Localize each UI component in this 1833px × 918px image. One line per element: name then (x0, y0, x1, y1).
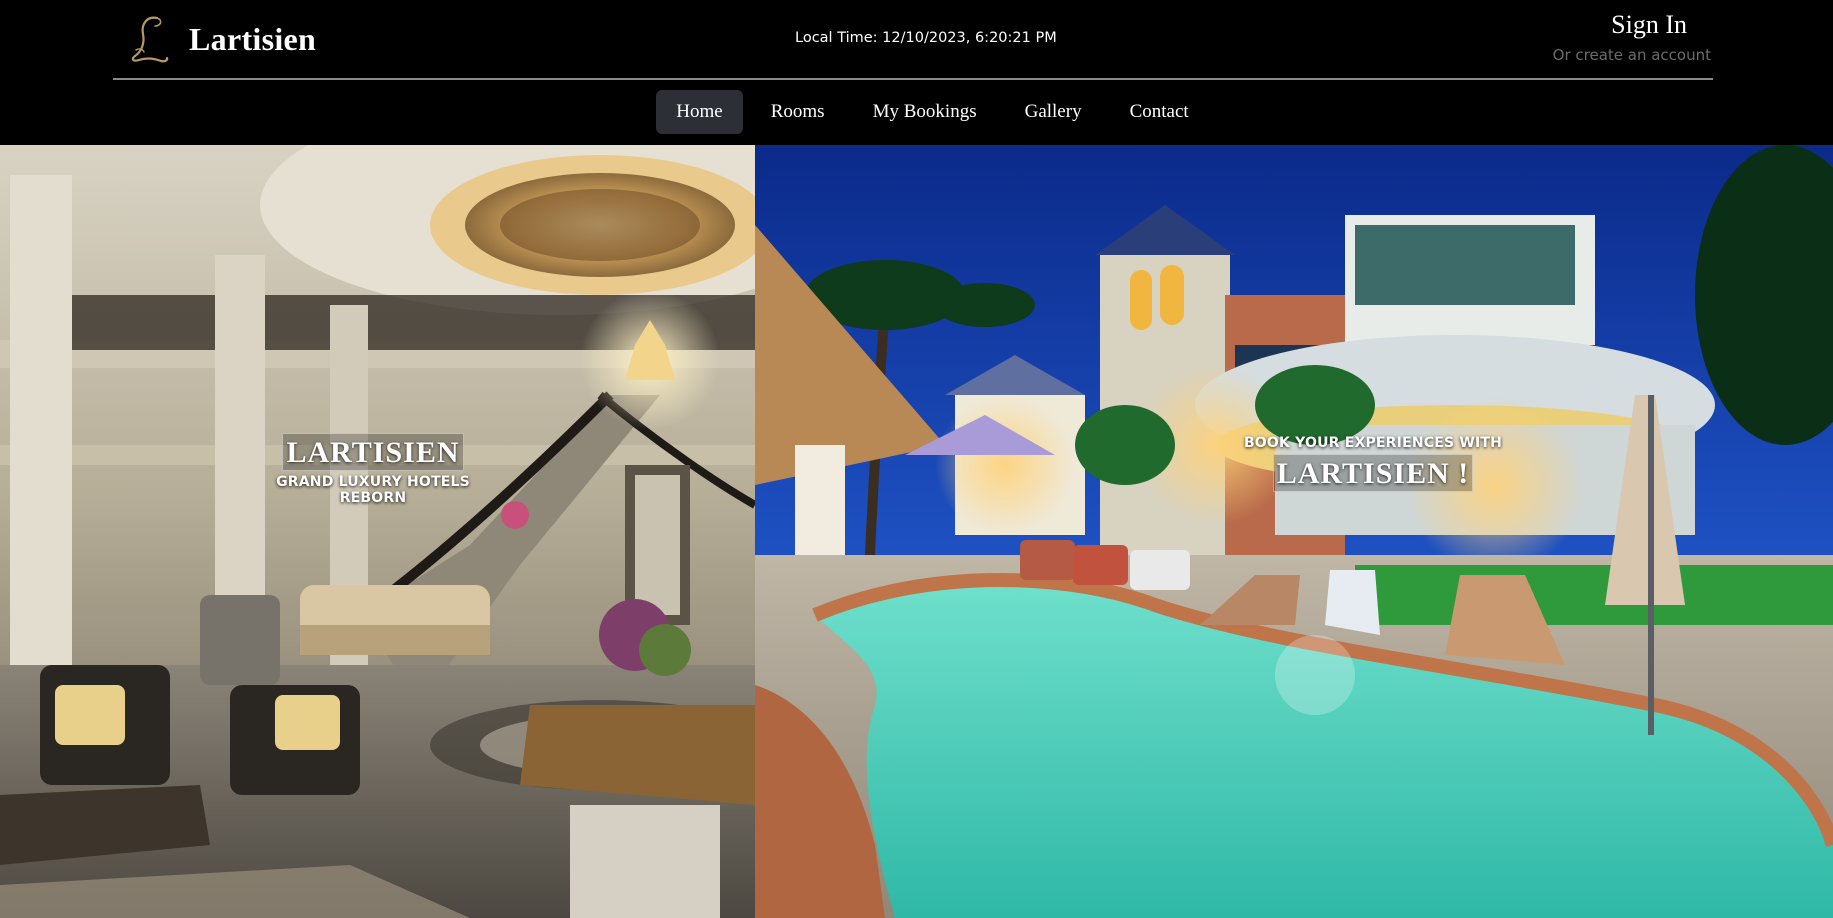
header-divider (113, 78, 1713, 80)
hero-right-title: LARTISIEN ! (1272, 454, 1474, 492)
hero-panel-right: BOOK YOUR EXPERIENCES WITH LARTISIEN ! (755, 145, 1833, 918)
account-block: Sign In Or create an account (1511, 10, 1711, 64)
brand-link[interactable]: Lartisien (127, 14, 316, 64)
hotel-lobby-image (0, 145, 755, 918)
hero-left-subtitle: GRAND LUXURY HOTELS REBORN (276, 474, 470, 506)
hero-panel-left: LARTISIEN GRAND LUXURY HOTELS REBORN (0, 145, 755, 918)
local-time: Local Time: 12/10/2023, 6:20:21 PM (795, 30, 1057, 46)
nav-item-rooms[interactable]: Rooms (751, 90, 845, 134)
brand-name: Lartisien (189, 20, 317, 57)
sign-in-link[interactable]: Sign In (1511, 10, 1711, 40)
nav-item-contact[interactable]: Contact (1110, 90, 1209, 134)
nav-item-home[interactable]: Home (656, 90, 743, 134)
hero-right-caption: BOOK YOUR EXPERIENCES WITH LARTISIEN ! (1163, 435, 1583, 492)
hero-left-title: LARTISIEN (282, 433, 464, 471)
nav-item-my-bookings[interactable]: My Bookings (853, 90, 997, 134)
nav-item-gallery[interactable]: Gallery (1005, 90, 1102, 134)
create-account-link[interactable]: Or create an account (1511, 46, 1711, 64)
script-l-logo-icon (131, 16, 169, 63)
main-nav: Home Rooms My Bookings Gallery Contact (0, 90, 1833, 134)
hero-section: LARTISIEN GRAND LUXURY HOTELS REBORN BOO… (0, 145, 1833, 918)
hero-right-subtitle: BOOK YOUR EXPERIENCES WITH (1243, 435, 1503, 451)
hero-left-caption: LARTISIEN GRAND LUXURY HOTELS REBORN (253, 433, 493, 506)
site-header: Lartisien Local Time: 12/10/2023, 6:20:2… (0, 0, 1833, 145)
resort-pool-image (755, 145, 1833, 918)
